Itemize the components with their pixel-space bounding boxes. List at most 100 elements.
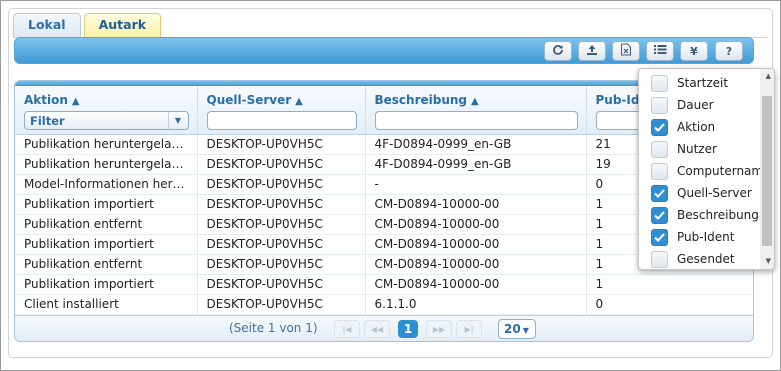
column-option[interactable]: Computernam xyxy=(639,160,761,182)
cell-aktion: Publikation importiert xyxy=(15,194,198,215)
column-option[interactable]: Aktion xyxy=(639,116,761,138)
column-title-pub-ident: Pub-Id xyxy=(595,93,640,107)
column-option[interactable]: Startzeit xyxy=(639,72,761,94)
beschreibung-filter-input[interactable] xyxy=(374,111,578,130)
upload-icon xyxy=(586,44,598,59)
column-option-label: Gesendet xyxy=(677,252,735,266)
column-title-quell-server: Quell-Server xyxy=(206,93,292,107)
cell-aktion: Publikation entfernt xyxy=(15,214,198,235)
sort-icon: ▲︎ xyxy=(295,96,303,107)
checkbox[interactable] xyxy=(651,206,668,224)
cell-beschreibung: CM-D0894-10000-00 xyxy=(365,254,587,275)
cell-quell-server: DESKTOP-UP0VH5C xyxy=(197,294,366,315)
column-chooser-button[interactable] xyxy=(646,41,674,61)
column-option[interactable]: Quell-Server xyxy=(639,182,761,204)
page-size-select[interactable]: 20 ▼ xyxy=(498,319,536,339)
dropdown-scrollbar[interactable]: ▲ ▼ xyxy=(760,69,774,269)
checkbox[interactable] xyxy=(651,74,668,92)
checkmark-icon xyxy=(654,122,665,132)
cell-pub-ident: 1 xyxy=(586,274,753,295)
column-option[interactable]: Pub-Ident xyxy=(639,226,761,248)
sort-icon: ▲︎ xyxy=(471,96,479,107)
checkbox[interactable] xyxy=(651,162,668,180)
column-header-beschreibung[interactable]: Beschreibung ▲︎ xyxy=(365,86,587,135)
help-button[interactable]: ? xyxy=(715,41,743,61)
scroll-up-icon[interactable]: ▲ xyxy=(766,72,771,80)
cell-quell-server: DESKTOP-UP0VH5C xyxy=(197,134,366,155)
cell-quell-server: DESKTOP-UP0VH5C xyxy=(197,274,366,295)
table-row[interactable]: Client installiert DESKTOP-UP0VH5C 6.1.1.0… xyxy=(15,294,753,315)
column-option-label: Computernam xyxy=(677,164,761,178)
checkbox[interactable] xyxy=(651,118,668,136)
column-title-aktion: Aktion xyxy=(24,93,68,107)
cell-beschreibung: CM-D0894-10000-00 xyxy=(365,214,587,235)
column-option[interactable]: Gesendet xyxy=(639,248,761,269)
table-row[interactable]: Publikation importiert DESKTOP-UP0VH5C CM-… xyxy=(15,274,753,295)
cell-quell-server: DESKTOP-UP0VH5C xyxy=(197,214,366,235)
tab-lokal[interactable]: Lokal xyxy=(13,13,81,37)
quell-server-filter-input[interactable] xyxy=(206,111,357,130)
page-info: (Seite 1 von 1) xyxy=(229,321,318,335)
cell-quell-server: DESKTOP-UP0VH5C xyxy=(197,254,366,275)
column-option[interactable]: Beschreibung xyxy=(639,204,761,226)
column-header-aktion[interactable]: Aktion ▲︎ Filter ▼ xyxy=(15,86,198,135)
checkbox[interactable] xyxy=(651,228,668,246)
cell-quell-server: DESKTOP-UP0VH5C xyxy=(197,174,366,195)
cell-beschreibung: 6.1.1.0 xyxy=(365,294,587,315)
column-option[interactable]: Dauer xyxy=(639,94,761,116)
scrollbar-thumb[interactable] xyxy=(762,96,772,246)
column-option-label: Dauer xyxy=(677,98,714,112)
checkbox[interactable] xyxy=(651,140,668,158)
column-header-quell-server[interactable]: Quell-Server ▲︎ xyxy=(197,86,366,135)
chevron-down-icon: ▼ xyxy=(522,326,529,335)
cell-beschreibung: CM-D0894-10000-00 xyxy=(365,274,587,295)
cell-quell-server: DESKTOP-UP0VH5C xyxy=(197,154,366,175)
excel-export-icon xyxy=(620,43,632,59)
scroll-down-icon[interactable]: ▼ xyxy=(766,257,771,265)
column-chooser-dropdown: Startzeit Dauer Aktion Nutzer Computernam Que… xyxy=(638,68,775,270)
column-option[interactable]: Nutzer xyxy=(639,138,761,160)
checkmark-icon xyxy=(654,188,665,198)
first-page-button[interactable]: |◀ xyxy=(334,320,360,338)
help-icon: ? xyxy=(725,44,733,58)
last-page-icon: ▶| xyxy=(464,324,474,334)
aktion-filter-select[interactable]: Filter ▼ xyxy=(24,111,189,130)
checkbox[interactable] xyxy=(651,250,668,268)
refresh-button[interactable] xyxy=(544,41,572,61)
column-option-label: Pub-Ident xyxy=(677,230,735,244)
column-option-label: Nutzer xyxy=(677,142,717,156)
checkmark-icon xyxy=(654,232,665,242)
tab-autark[interactable]: Autark xyxy=(83,13,162,37)
cell-beschreibung: 4F-D0894-0999_en-GB xyxy=(365,154,587,175)
prev-page-icon: ◀◀ xyxy=(370,324,384,334)
column-list-icon xyxy=(653,44,667,58)
cell-aktion: Publikation heruntergeladen xyxy=(15,134,198,155)
next-page-icon: ▶▶ xyxy=(432,324,446,334)
cell-aktion: Publikation importiert xyxy=(15,274,198,295)
checkmark-icon xyxy=(654,210,665,220)
upload-button[interactable] xyxy=(578,41,606,61)
chevron-down-icon: ▼ xyxy=(167,112,188,129)
page-size-value: 20 xyxy=(504,322,521,336)
tab-bar: Lokal Autark xyxy=(13,13,162,38)
filter-select-label: Filter xyxy=(30,113,65,128)
cell-aktion: Publikation entfernt xyxy=(15,254,198,275)
cell-beschreibung: CM-D0894-10000-00 xyxy=(365,234,587,255)
excel-export-button[interactable] xyxy=(612,41,640,61)
column-option-label: Aktion xyxy=(677,120,716,134)
grid-toolbar: ¥ ? xyxy=(14,37,754,64)
cell-quell-server: DESKTOP-UP0VH5C xyxy=(197,194,366,215)
currency-button[interactable]: ¥ xyxy=(680,41,708,61)
column-option-label: Startzeit xyxy=(677,76,729,90)
column-option-label: Beschreibung xyxy=(677,208,759,222)
next-page-button[interactable]: ▶▶ xyxy=(426,320,452,338)
cell-aktion: Publikation heruntergeladen xyxy=(15,154,198,175)
checkbox[interactable] xyxy=(651,96,668,114)
checkbox[interactable] xyxy=(651,184,668,202)
last-page-button[interactable]: ▶| xyxy=(456,320,482,338)
cell-pub-ident: 0 xyxy=(586,294,753,315)
prev-page-button[interactable]: ◀◀ xyxy=(364,320,390,338)
current-page-button[interactable]: 1 xyxy=(398,320,418,338)
refresh-icon xyxy=(552,44,564,59)
cell-aktion: Model-Informationen heru… xyxy=(15,174,198,195)
